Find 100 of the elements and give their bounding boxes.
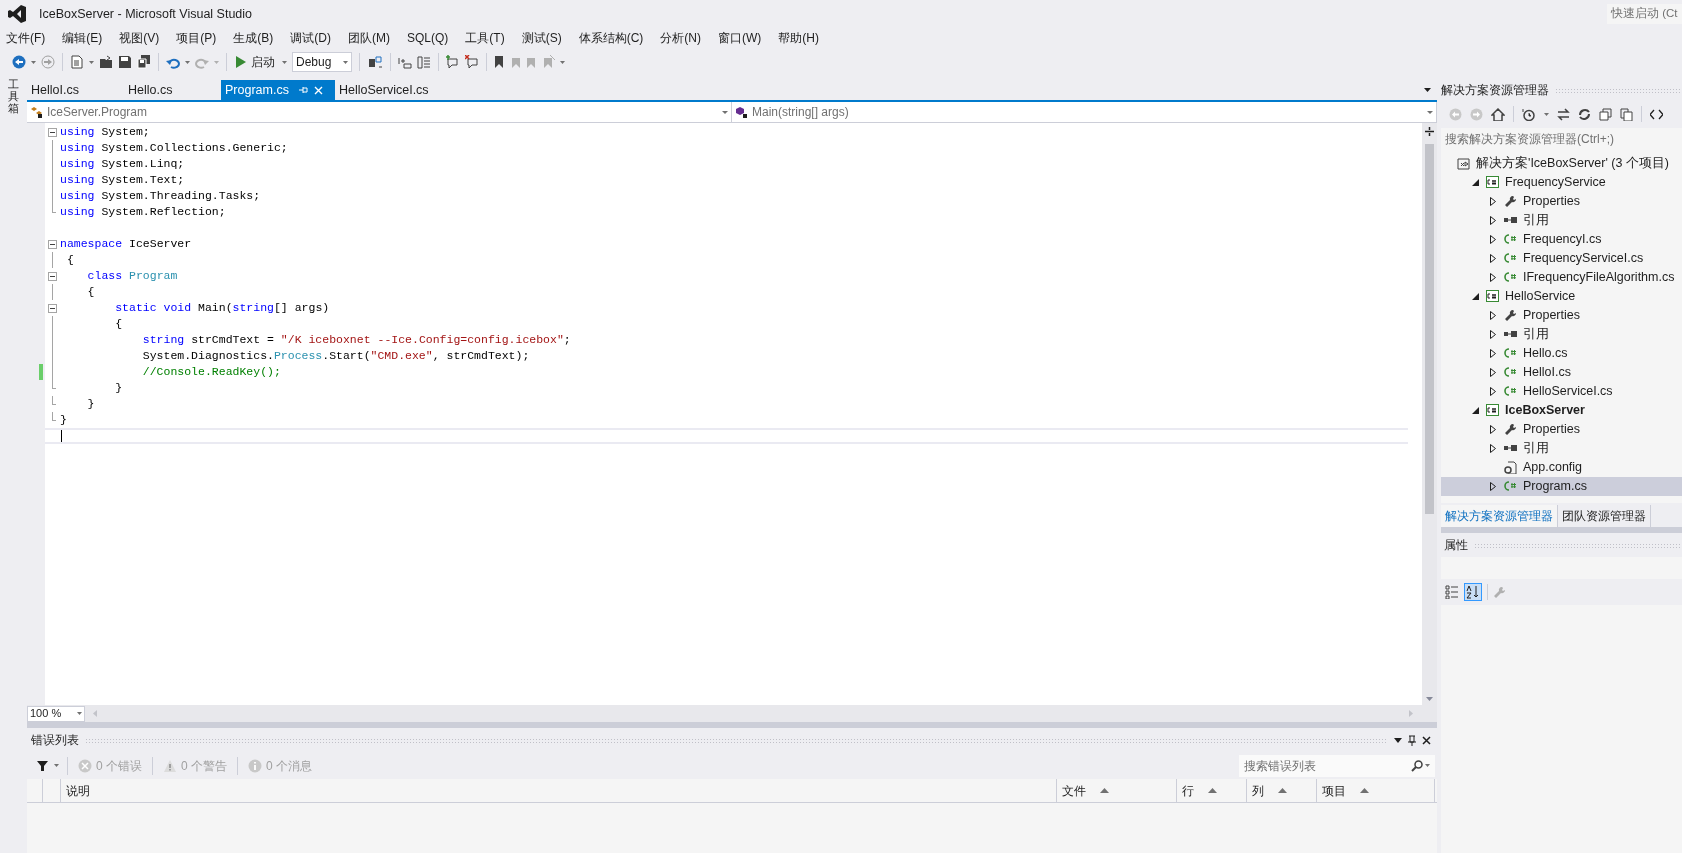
- menu-item[interactable]: 编辑(E): [58, 29, 107, 47]
- caret-icon[interactable]: [282, 60, 287, 64]
- menu-item[interactable]: 帮助(H): [774, 29, 823, 47]
- tree-item[interactable]: FrequencyServiceI.cs: [1441, 249, 1682, 268]
- document-tab[interactable]: HelloServiceI.cs: [335, 80, 445, 100]
- document-tab[interactable]: Hello.cs: [124, 80, 221, 100]
- search-field[interactable]: 搜索错误列表: [1239, 754, 1435, 777]
- document-tab[interactable]: HelloI.cs: [27, 80, 124, 100]
- menu-item[interactable]: 调试(D): [286, 29, 335, 47]
- tree-item[interactable]: 引用: [1441, 439, 1682, 458]
- menu-item[interactable]: 项目(P): [172, 29, 221, 47]
- menu-item[interactable]: 团队(M): [344, 29, 394, 47]
- quick-launch-field[interactable]: 快速启动 (Ct: [1607, 4, 1682, 24]
- collapsed-icon[interactable]: [1490, 425, 1496, 434]
- new-project-icon[interactable]: [70, 55, 84, 69]
- collapsed-icon[interactable]: [1490, 482, 1496, 491]
- menu-item[interactable]: 分析(N): [656, 29, 705, 47]
- tree-item[interactable]: HelloI.cs: [1441, 363, 1682, 382]
- tree-item[interactable]: App.config: [1441, 458, 1682, 477]
- menu-item[interactable]: SQL(Q): [403, 29, 453, 47]
- menu-item[interactable]: 测试(S): [517, 29, 566, 47]
- collapse-icon[interactable]: [48, 240, 57, 249]
- expanded-icon[interactable]: [1471, 407, 1479, 414]
- categorized-icon[interactable]: [1445, 585, 1459, 599]
- back-icon[interactable]: [12, 55, 26, 69]
- column-header[interactable]: 说明: [61, 779, 1057, 802]
- code-icon[interactable]: [1650, 108, 1663, 120]
- tree-item[interactable]: Hello.cs: [1441, 344, 1682, 363]
- collapse-all-icon[interactable]: [1599, 107, 1612, 121]
- collapsed-icon[interactable]: [1490, 197, 1496, 206]
- collapsed-icon[interactable]: [1490, 311, 1496, 320]
- save-all-icon[interactable]: [137, 55, 151, 69]
- tree-item[interactable]: HelloService: [1441, 287, 1682, 306]
- open-icon[interactable]: [99, 55, 113, 69]
- outdent-icon[interactable]: [417, 55, 431, 69]
- collapsed-icon[interactable]: [1490, 387, 1496, 396]
- navigation-dropdown[interactable]: IceServer.Program: [27, 102, 732, 122]
- refresh-icon[interactable]: [1578, 107, 1591, 121]
- start-button[interactable]: 启动: [234, 52, 277, 72]
- collapse-icon[interactable]: [48, 128, 57, 137]
- panel-tab[interactable]: 解决方案资源管理器: [1441, 505, 1558, 527]
- expanded-icon[interactable]: [1471, 293, 1479, 300]
- menu-item[interactable]: 文件(F): [2, 29, 50, 47]
- caret-icon[interactable]: [54, 764, 59, 767]
- column-header[interactable]: 行: [1177, 779, 1247, 802]
- caret-icon[interactable]: [89, 60, 94, 64]
- tab-list-icon[interactable]: [1424, 88, 1431, 92]
- toolbox-tab[interactable]: 工具箱: [8, 78, 19, 115]
- tree-item[interactable]: Properties: [1441, 192, 1682, 211]
- tree-item[interactable]: FrequencyService: [1441, 173, 1682, 192]
- menu-item[interactable]: 窗口(W): [714, 29, 766, 47]
- collapsed-icon[interactable]: [1490, 273, 1496, 282]
- column-header[interactable]: 文件: [1057, 779, 1177, 802]
- collapsed-icon[interactable]: [1490, 368, 1496, 377]
- show-files-icon[interactable]: [1620, 107, 1633, 121]
- configuration-dropdown[interactable]: Debug: [292, 52, 352, 72]
- collapsed-icon[interactable]: [1490, 216, 1496, 225]
- close-icon[interactable]: [1422, 735, 1431, 745]
- filter-icon[interactable]: [37, 760, 48, 771]
- collapsed-icon[interactable]: [1490, 349, 1496, 358]
- caret-icon[interactable]: [31, 60, 36, 64]
- collapsed-icon[interactable]: [1490, 235, 1496, 244]
- menu-caret-icon[interactable]: [1394, 737, 1402, 743]
- history-icon[interactable]: [1522, 107, 1536, 121]
- tree-item[interactable]: 引用: [1441, 325, 1682, 344]
- menu-item[interactable]: 视图(V): [115, 29, 164, 47]
- menu-item[interactable]: 生成(B): [229, 29, 278, 47]
- vertical-scrollbar[interactable]: [1422, 123, 1437, 705]
- collapsed-icon[interactable]: [1490, 254, 1496, 263]
- save-icon[interactable]: [118, 55, 132, 69]
- indent-icon[interactable]: [398, 55, 412, 69]
- alphabetical-icon[interactable]: [1464, 583, 1482, 601]
- pin-icon[interactable]: [1408, 734, 1416, 746]
- tree-item[interactable]: 解决方案'IceBoxServer' (3 个项目): [1441, 154, 1682, 173]
- comment-icon[interactable]: [446, 55, 460, 69]
- search-field[interactable]: 搜索解决方案资源管理器(Ctrl+;): [1441, 128, 1682, 150]
- scroll-down-icon[interactable]: [1426, 697, 1433, 701]
- tree-item[interactable]: Program.cs: [1441, 477, 1682, 496]
- tree-item[interactable]: 引用: [1441, 211, 1682, 230]
- column-header[interactable]: 列: [1247, 779, 1317, 802]
- tree-item[interactable]: Properties: [1441, 306, 1682, 325]
- zoom-dropdown[interactable]: 100 %: [27, 705, 85, 722]
- caret-icon[interactable]: [185, 60, 190, 64]
- caret-icon[interactable]: [1544, 112, 1549, 116]
- column-header[interactable]: 项目: [1317, 779, 1435, 802]
- caret-icon[interactable]: [560, 60, 565, 64]
- menu-item[interactable]: 体系结构(C): [574, 29, 648, 47]
- tree-item[interactable]: Properties: [1441, 420, 1682, 439]
- expanded-icon[interactable]: [1471, 179, 1479, 186]
- collapse-icon[interactable]: [48, 272, 57, 281]
- menu-item[interactable]: 工具(T): [461, 29, 509, 47]
- sync-icon[interactable]: [1557, 107, 1570, 121]
- collapsed-icon[interactable]: [1490, 444, 1496, 453]
- tree-item[interactable]: HelloServiceI.cs: [1441, 382, 1682, 401]
- collapse-icon[interactable]: [48, 304, 57, 313]
- find-icon[interactable]: [367, 55, 383, 69]
- split-icon[interactable]: [1425, 127, 1434, 136]
- bookmark-icon[interactable]: [494, 55, 504, 69]
- home-icon[interactable]: [1491, 107, 1505, 121]
- tree-item[interactable]: IceBoxServer: [1441, 401, 1682, 420]
